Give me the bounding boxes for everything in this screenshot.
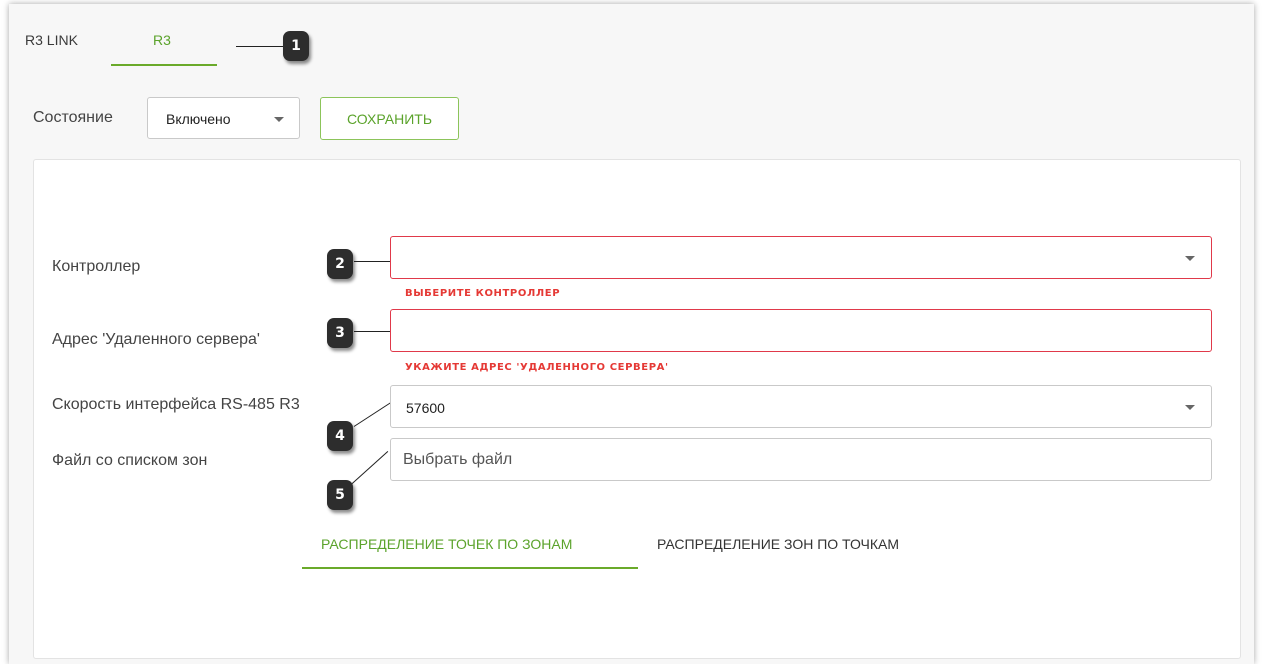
tab-r3[interactable]: R3 [153, 32, 171, 48]
save-button[interactable]: СОХРАНИТЬ [320, 97, 459, 140]
state-label: Состояние [33, 109, 113, 126]
controller-error: ВЫБЕРИТЕ КОНТРОЛЛЕР [405, 288, 561, 299]
server-address-error: УКАЖИТЕ АДРЕС 'УДАЛЕННОГО СЕРВЕРА' [405, 362, 669, 373]
callout-badge-2: 2 [327, 249, 353, 279]
zones-file-placeholder: Выбрать файл [403, 451, 513, 468]
callout-badge-4: 4 [327, 421, 353, 451]
callout-line-3 [354, 331, 391, 332]
zones-file-input[interactable]: Выбрать файл [390, 438, 1212, 481]
subtab-active-indicator [302, 567, 638, 569]
subtab-zones-by-points[interactable]: РАСПРЕДЕЛЕНИЕ ЗОН ПО ТОЧКАМ [657, 536, 899, 552]
controller-select[interactable] [390, 236, 1212, 279]
tab-active-indicator [111, 64, 217, 66]
tab-r3-link[interactable]: R3 LINK [25, 32, 78, 48]
callout-badge-5: 5 [327, 480, 353, 510]
subtab-points-by-zones[interactable]: РАСПРЕДЕЛЕНИЕ ТОЧЕК ПО ЗОНАМ [321, 536, 572, 552]
rs485-speed-value: 57600 [406, 400, 445, 416]
chevron-down-icon [1185, 256, 1195, 261]
rs485-speed-label: Скорость интерфейса RS-485 R3 [52, 396, 300, 413]
callout-line-1 [236, 46, 284, 47]
zones-file-label: Файл со списком зон [52, 452, 208, 469]
callout-badge-1: 1 [283, 31, 309, 61]
server-address-label: Адрес 'Удаленного сервера' [52, 331, 260, 348]
state-select-value: Включено [166, 111, 231, 127]
chevron-down-icon [1185, 405, 1195, 410]
chevron-down-icon [274, 117, 284, 122]
server-address-input[interactable] [390, 309, 1212, 352]
callout-line-2 [354, 261, 391, 262]
callout-badge-3: 3 [327, 318, 353, 348]
controller-label: Контроллер [52, 258, 141, 275]
state-select[interactable]: Включено [147, 97, 300, 139]
rs485-speed-select[interactable]: 57600 [390, 385, 1212, 428]
